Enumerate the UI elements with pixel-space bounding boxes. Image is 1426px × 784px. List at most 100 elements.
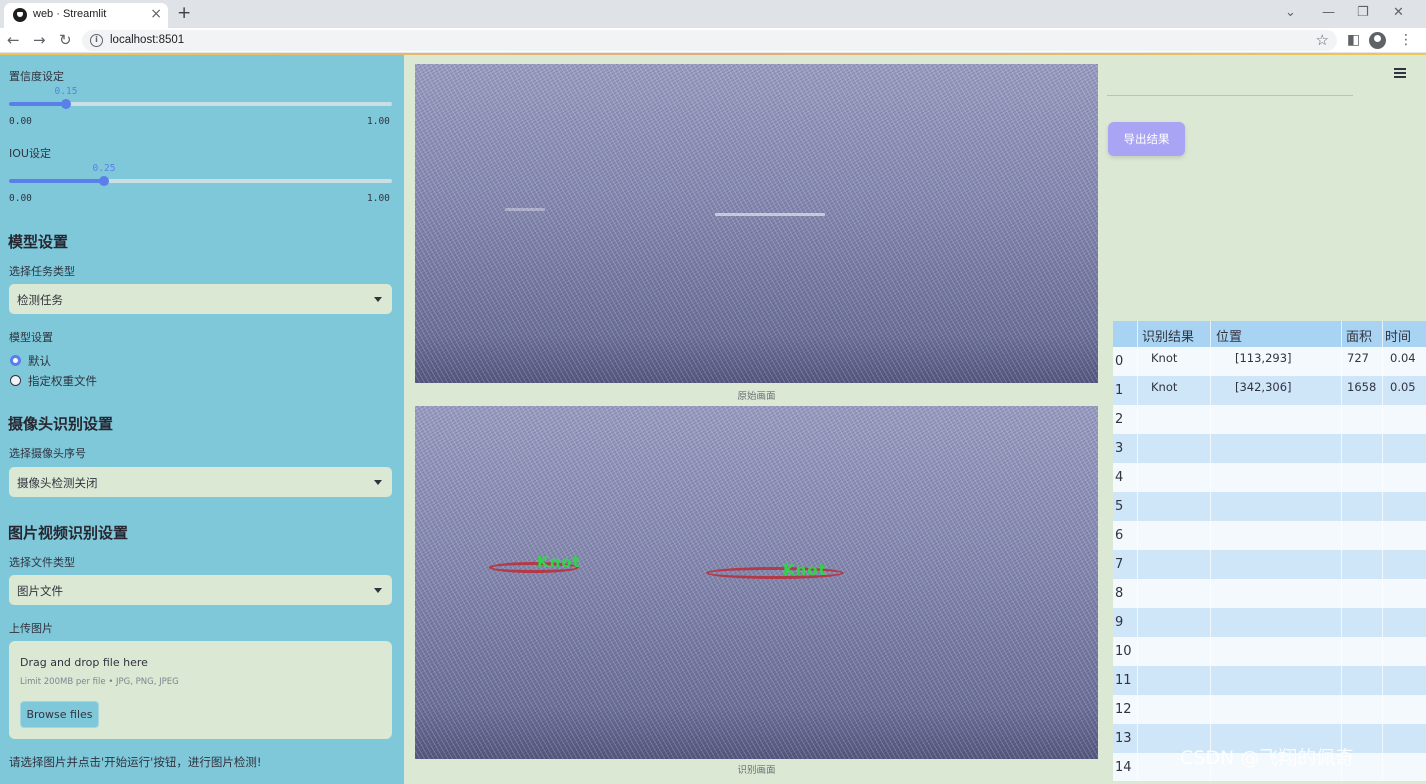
row-index: 7 (1115, 557, 1124, 572)
divider (1107, 95, 1353, 96)
radio-default[interactable] (10, 355, 21, 366)
column-divider (1137, 321, 1138, 781)
model-settings-label: 模型设置 (9, 331, 53, 344)
original-image (415, 64, 1098, 383)
iou-max: 1.00 (367, 193, 390, 204)
column-header-result[interactable]: 识别结果 (1142, 326, 1194, 345)
confidence-label: 置信度设定 (9, 70, 64, 83)
table-row[interactable]: 7 (1113, 550, 1426, 579)
browse-files-button[interactable]: Browse files (20, 701, 99, 728)
table-header: 识别结果 位置 面积 时间 (1113, 321, 1426, 347)
row-index: 4 (1115, 470, 1124, 485)
defect-streak (505, 208, 545, 211)
site-info-icon[interactable]: i (90, 34, 103, 47)
file-type-select[interactable]: 图片文件 (9, 575, 392, 605)
iou-label: IOU设定 (9, 147, 51, 160)
row-index: 9 (1115, 615, 1124, 630)
back-icon[interactable]: ← (7, 31, 20, 49)
column-header-time[interactable]: 时间 (1385, 326, 1411, 345)
table-row[interactable]: 6 (1113, 521, 1426, 550)
url-field[interactable]: i localhost:8501 ☆ (82, 30, 1337, 51)
confidence-slider-fill (9, 102, 66, 106)
chevron-down-icon (374, 588, 382, 593)
table-row[interactable]: 3 (1113, 434, 1426, 463)
table-row[interactable]: 5 (1113, 492, 1426, 521)
camera-value: 摄像头检测关闭 (17, 476, 98, 490)
close-tab-icon[interactable]: × (150, 6, 162, 22)
cell-result: Knot (1151, 380, 1178, 394)
file-type-value: 图片文件 (17, 584, 63, 598)
table-row[interactable]: 1 Knot [342,306] 1658 0.05 (1113, 376, 1426, 405)
table-row[interactable]: 0 Knot [113,293] 727 0.04 (1113, 347, 1426, 376)
browser-tabbar: web · Streamlit × + ⌄ — ❐ ✕ (0, 0, 1426, 28)
row-index: 11 (1115, 673, 1132, 688)
reload-icon[interactable]: ↻ (59, 31, 72, 49)
watermark: CSDN @飞翔的佩奇 (1180, 747, 1355, 769)
profile-avatar-icon[interactable] (1369, 32, 1386, 49)
file-type-label: 选择文件类型 (9, 556, 75, 569)
sidebar-hint: 请选择图片并点击'开始运行'按钮，进行图片检测! (9, 755, 262, 769)
upload-label: 上传图片 (9, 622, 53, 635)
row-index: 13 (1115, 731, 1132, 746)
radio-default-label[interactable]: 默认 (28, 353, 51, 369)
row-index: 0 (1115, 354, 1124, 369)
close-window-icon[interactable]: ✕ (1393, 5, 1404, 20)
tab-search-chevron-icon[interactable]: ⌄ (1285, 5, 1296, 20)
row-index: 14 (1115, 760, 1132, 775)
cell-position: [342,306] (1235, 380, 1292, 394)
tab-title: web · Streamlit (33, 8, 107, 20)
table-row[interactable]: 4 (1113, 463, 1426, 492)
task-type-label: 选择任务类型 (9, 265, 75, 278)
table-row[interactable]: 2 (1113, 405, 1426, 434)
menu-dots-icon[interactable]: ⋮ (1399, 32, 1413, 48)
cell-time: 0.04 (1390, 351, 1416, 365)
confidence-value: 0.15 (54, 86, 78, 97)
confidence-slider-thumb[interactable] (61, 99, 71, 109)
row-index: 5 (1115, 499, 1124, 514)
table-row[interactable]: 8 (1113, 579, 1426, 608)
cell-area: 727 (1347, 351, 1369, 365)
table-row[interactable]: 10 (1113, 637, 1426, 666)
main-menu-icon[interactable] (1394, 68, 1406, 80)
browser-tab[interactable]: web · Streamlit × (4, 3, 168, 28)
table-row[interactable]: 11 (1113, 666, 1426, 695)
task-type-select[interactable]: 检测任务 (9, 284, 392, 314)
row-index: 2 (1115, 412, 1124, 427)
defect-streak (715, 213, 825, 216)
column-header-position[interactable]: 位置 (1216, 326, 1242, 345)
results-table[interactable]: 识别结果 位置 面积 时间 0 Knot [113,293] 727 0.04 1 Knot… (1113, 321, 1426, 781)
column-divider (1210, 321, 1211, 781)
row-index: 1 (1115, 383, 1124, 398)
camera-label: 选择摄像头序号 (9, 447, 86, 460)
restore-icon[interactable]: ❐ (1357, 5, 1369, 20)
column-divider (1382, 321, 1383, 781)
radio-custom-weights[interactable] (10, 375, 21, 386)
iou-slider[interactable] (9, 176, 392, 186)
dropzone-limit: Limit 200MB per file • JPG, PNG, JPEG (20, 677, 179, 687)
table-row[interactable]: 12 (1113, 695, 1426, 724)
radio-custom-weights-label[interactable]: 指定权重文件 (28, 373, 97, 389)
sidepanel-icon[interactable]: ◧ (1347, 32, 1360, 48)
iou-slider-thumb[interactable] (99, 176, 109, 186)
row-index: 8 (1115, 586, 1124, 601)
new-tab-icon[interactable]: + (177, 3, 191, 23)
forward-icon[interactable]: → (33, 31, 46, 49)
file-dropzone[interactable]: Drag and drop file here Limit 200MB per … (9, 641, 392, 739)
sidebar: 置信度设定 0.15 0.00 1.00 IOU设定 0.25 0.00 1.0… (0, 55, 404, 784)
chevron-down-icon (374, 297, 382, 302)
cell-result: Knot (1151, 351, 1178, 365)
column-header-area[interactable]: 面积 (1346, 326, 1372, 345)
camera-select[interactable]: 摄像头检测关闭 (9, 467, 392, 497)
bookmark-star-icon[interactable]: ☆ (1316, 31, 1329, 49)
detection-label: Knot (783, 561, 827, 579)
minimize-icon[interactable]: — (1322, 5, 1335, 20)
confidence-slider[interactable] (9, 99, 392, 109)
table-row[interactable]: 9 (1113, 608, 1426, 637)
model-section-heading: 模型设置 (8, 233, 69, 251)
row-index: 12 (1115, 702, 1132, 717)
iou-value: 0.25 (92, 163, 116, 174)
row-index: 3 (1115, 441, 1124, 456)
cell-area: 1658 (1347, 380, 1377, 394)
media-section-heading: 图片视频识别设置 (8, 524, 129, 542)
export-results-button[interactable]: 导出结果 (1108, 122, 1185, 156)
